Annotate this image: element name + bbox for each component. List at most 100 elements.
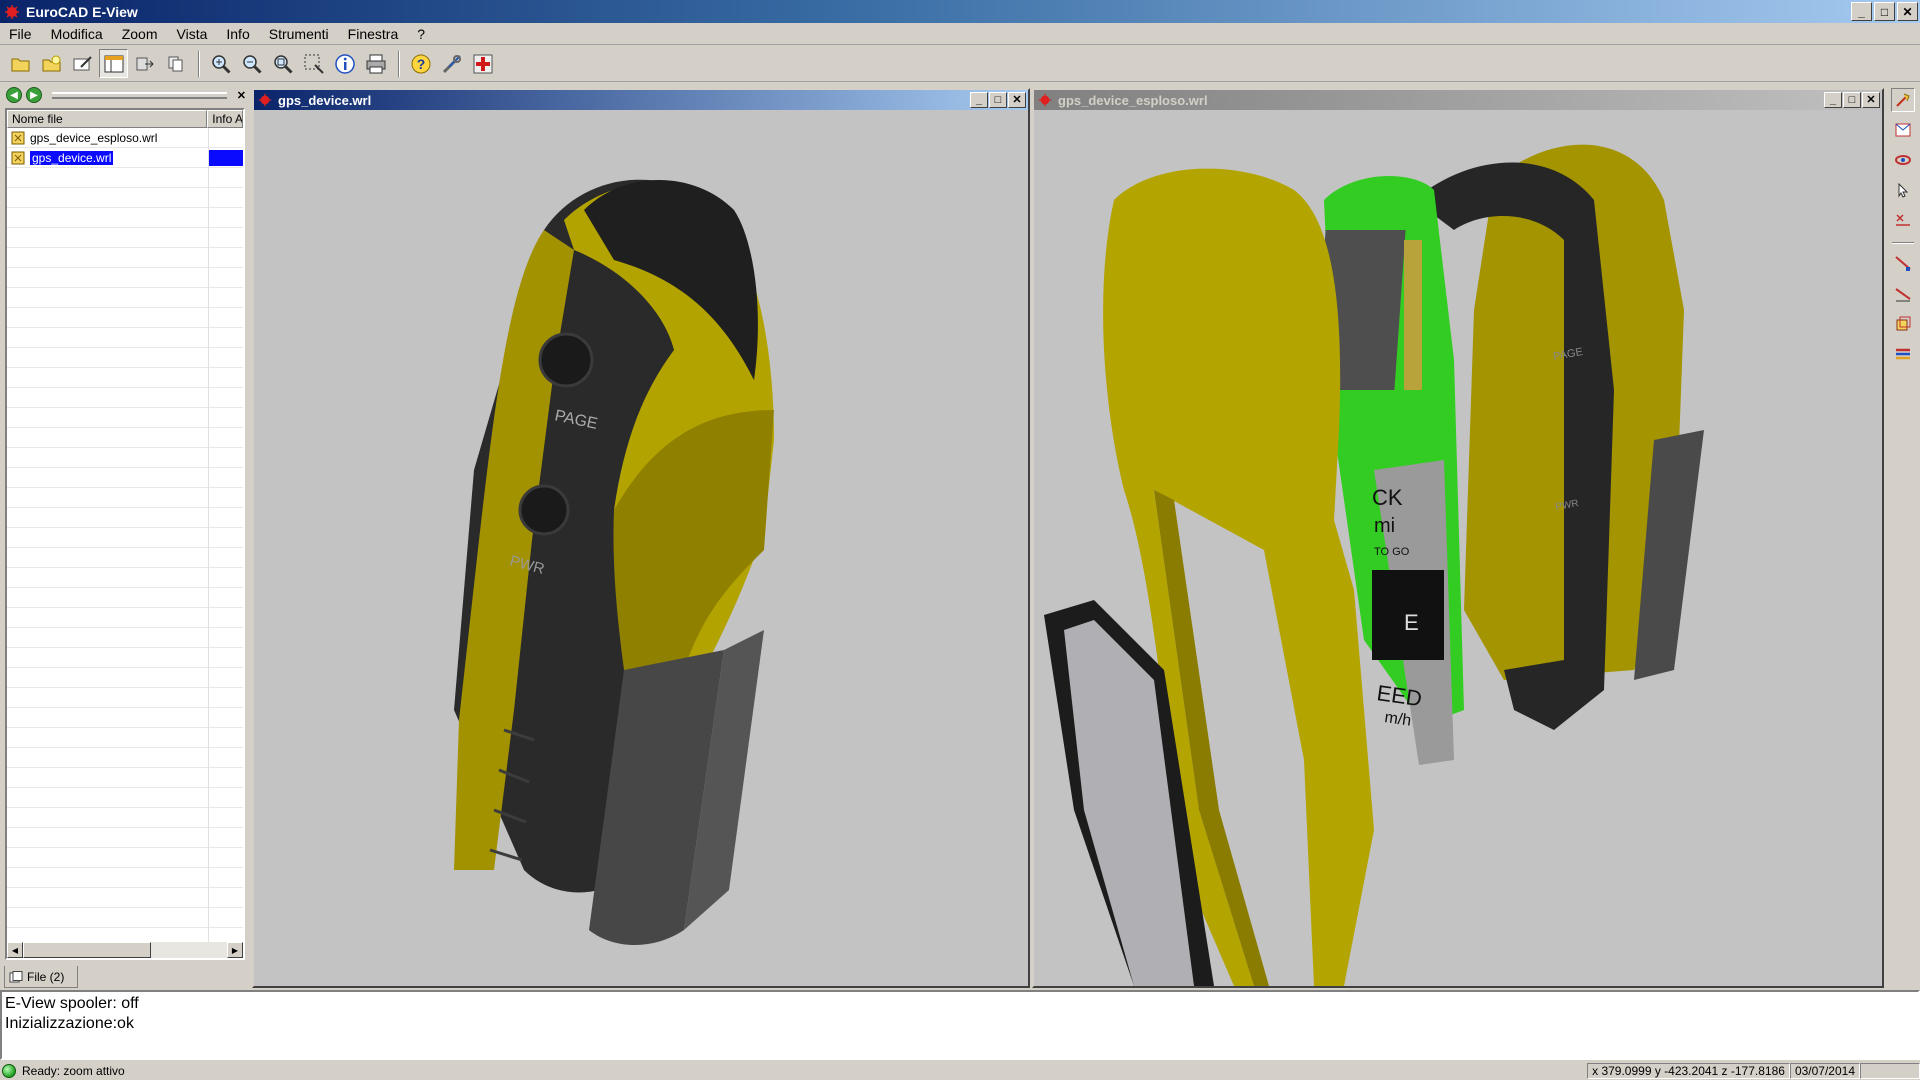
tools-icon bbox=[442, 54, 461, 73]
menu-zoom[interactable]: Zoom bbox=[113, 26, 168, 42]
gps-exploded-model: PAGE PWR CK mi TO GO E EED m/h bbox=[1044, 144, 1704, 986]
menu-modifica[interactable]: Modifica bbox=[42, 26, 113, 42]
zoom-window-button[interactable] bbox=[299, 49, 328, 78]
menu-info[interactable]: Info bbox=[217, 26, 259, 42]
edit-icon bbox=[73, 55, 92, 70]
status-date: 03/07/2014 bbox=[1789, 1063, 1860, 1079]
file-row-gps-device-esploso[interactable]: gps_device_esploso.wrl bbox=[7, 128, 243, 148]
gps-device-model: PAGE PWR bbox=[454, 179, 774, 945]
section-tool-button[interactable] bbox=[1891, 312, 1915, 336]
zoom-in-icon bbox=[211, 54, 231, 74]
zoom-window-icon bbox=[304, 54, 324, 74]
help-button[interactable]: ? bbox=[406, 49, 435, 78]
layout-button[interactable] bbox=[99, 49, 128, 78]
orbit-tool-button[interactable] bbox=[1891, 148, 1915, 172]
zoom-out-button[interactable] bbox=[237, 49, 266, 78]
horizontal-scrollbar[interactable]: ◀ ▶ bbox=[7, 942, 243, 958]
tools-button[interactable] bbox=[437, 49, 466, 78]
export-button[interactable] bbox=[130, 49, 159, 78]
viewer-maximize-button[interactable]: □ bbox=[989, 92, 1007, 108]
open-file-icon bbox=[42, 55, 60, 71]
forward-button[interactable]: ▶ bbox=[26, 87, 42, 103]
zoom-out-icon bbox=[242, 54, 262, 74]
viewer-close-button[interactable]: ✕ bbox=[1862, 92, 1880, 108]
menu-file[interactable]: File bbox=[0, 26, 42, 42]
viewer-close-button[interactable]: ✕ bbox=[1008, 92, 1026, 108]
layers-tool-button[interactable] bbox=[1891, 342, 1915, 366]
section-icon bbox=[1896, 316, 1911, 331]
viewer-title: gps_device.wrl bbox=[278, 92, 372, 108]
print-button[interactable] bbox=[361, 49, 390, 78]
screen-text-to-go: TO GO bbox=[1374, 546, 1410, 558]
panel-close-icon[interactable]: ✕ bbox=[237, 89, 246, 102]
copy-button[interactable] bbox=[161, 49, 190, 78]
view-tool-button[interactable] bbox=[1891, 118, 1915, 142]
status-text: Ready: zoom attivo bbox=[22, 1064, 125, 1078]
file-panel: ◀ ▶ ✕ Nome file Info A gps_device_esplos… bbox=[0, 84, 250, 990]
window-title: EuroCAD E-View bbox=[26, 3, 138, 20]
panel-grip[interactable] bbox=[52, 91, 227, 99]
vrml-file-icon bbox=[11, 131, 25, 145]
toolbar: ? bbox=[0, 46, 1920, 82]
3d-viewport[interactable]: PAGE PWR bbox=[254, 110, 1028, 986]
close-button[interactable]: ✕ bbox=[1897, 2, 1918, 21]
viewer-maximize-button[interactable]: □ bbox=[1843, 92, 1861, 108]
selected-info-cell bbox=[209, 150, 243, 166]
orbit-icon bbox=[1895, 155, 1911, 165]
scroll-right-button[interactable]: ▶ bbox=[227, 942, 243, 958]
viewer-window-gps-device: gps_device.wrl _ □ ✕ PAGE PWR bbox=[252, 88, 1030, 988]
title-bar: EuroCAD E-View _ □ ✕ bbox=[0, 0, 1920, 23]
print-icon bbox=[366, 54, 385, 73]
menu-finestra[interactable]: Finestra bbox=[339, 26, 409, 42]
menu-vista[interactable]: Vista bbox=[168, 26, 218, 42]
viewer-titlebar[interactable]: gps_device_esploso.wrl _ □ ✕ bbox=[1034, 90, 1882, 110]
dimension-tool-button[interactable] bbox=[1891, 282, 1915, 306]
open-file-button[interactable] bbox=[37, 49, 66, 78]
minimize-button[interactable]: _ bbox=[1851, 2, 1872, 21]
back-icon: ◀ bbox=[10, 89, 18, 101]
files-icon bbox=[9, 970, 23, 982]
zoom-all-icon bbox=[273, 54, 293, 74]
scroll-left-button[interactable]: ◀ bbox=[7, 942, 23, 958]
column-header-name[interactable]: Nome file bbox=[7, 110, 208, 128]
info-button[interactable] bbox=[330, 49, 359, 78]
svg-text:?: ? bbox=[416, 56, 425, 72]
open-folder-button[interactable] bbox=[6, 49, 35, 78]
vrml-file-icon bbox=[11, 151, 25, 165]
screen-text-eed: EED bbox=[1375, 680, 1423, 711]
measure-tool-button[interactable] bbox=[1891, 208, 1915, 232]
select-tool-button[interactable] bbox=[1891, 178, 1915, 202]
zoom-in-button[interactable] bbox=[206, 49, 235, 78]
edit-button[interactable] bbox=[68, 49, 97, 78]
layers-icon bbox=[1896, 348, 1910, 360]
status-extra-cell bbox=[1860, 1063, 1920, 1079]
viewer-minimize-button[interactable]: _ bbox=[970, 92, 988, 108]
menu-strumenti[interactable]: Strumenti bbox=[260, 26, 339, 42]
dimension-icon bbox=[1895, 288, 1911, 302]
viewer-titlebar[interactable]: gps_device.wrl _ □ ✕ bbox=[254, 90, 1028, 110]
file-row-gps-device[interactable]: gps_device.wrl bbox=[7, 148, 243, 168]
scroll-track[interactable] bbox=[151, 942, 227, 958]
zoom-all-button[interactable] bbox=[268, 49, 297, 78]
back-button[interactable]: ◀ bbox=[6, 87, 22, 103]
maximize-button[interactable]: □ bbox=[1874, 2, 1895, 21]
viewer-minimize-button[interactable]: _ bbox=[1824, 92, 1842, 108]
arrow-left-icon: ◀ bbox=[11, 945, 19, 955]
forward-icon: ▶ bbox=[30, 89, 38, 101]
file-tab[interactable]: File (2) bbox=[4, 966, 78, 988]
line-icon bbox=[1895, 256, 1911, 271]
file-name: gps_device.wrl bbox=[30, 151, 114, 165]
scroll-thumb[interactable] bbox=[23, 942, 151, 958]
3d-viewport[interactable]: PAGE PWR CK mi TO GO E EED m/h bbox=[1034, 110, 1882, 986]
line-tool-button[interactable] bbox=[1891, 252, 1915, 276]
tool-strip-separator bbox=[1892, 242, 1914, 244]
viewer-logo-icon bbox=[1038, 93, 1052, 107]
screen-text-mh: m/h bbox=[1383, 709, 1412, 730]
rotate-tool-button[interactable] bbox=[1891, 88, 1915, 112]
status-bar: Ready: zoom attivo x 379.0999 y -423.204… bbox=[0, 1062, 1920, 1080]
log-panel: E-View spooler: off Inizializzazione:ok bbox=[0, 990, 1920, 1060]
add-button[interactable] bbox=[468, 49, 497, 78]
column-header-info[interactable]: Info A bbox=[207, 110, 243, 128]
menu-help[interactable]: ? bbox=[408, 26, 435, 42]
copy-icon bbox=[168, 56, 182, 71]
